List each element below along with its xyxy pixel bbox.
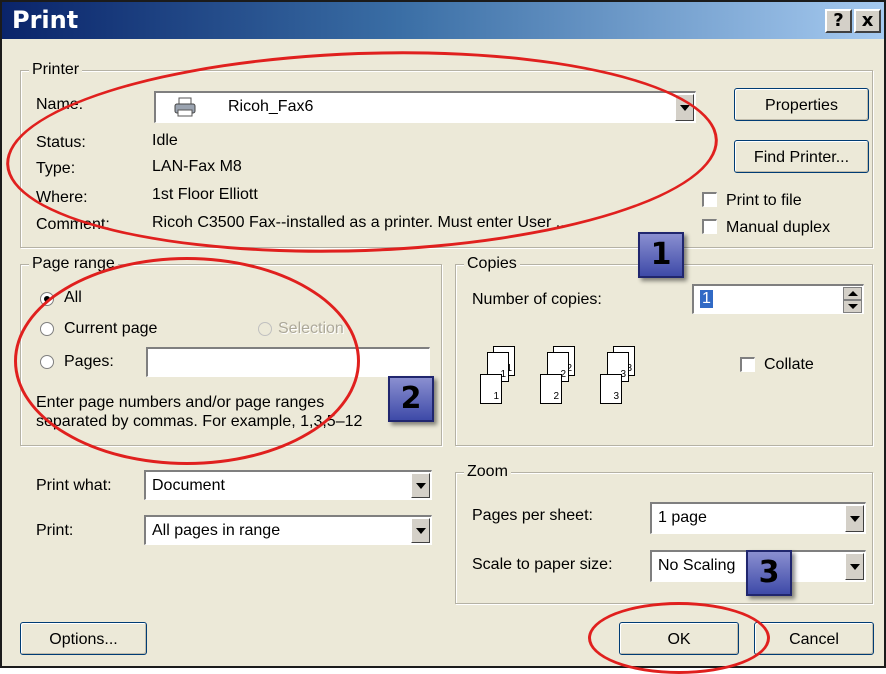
printer-name-select[interactable]: Ricoh_Fax6 <box>154 91 696 123</box>
all-pages-radio[interactable] <box>40 292 54 306</box>
cancel-button-label: Cancel <box>789 631 839 648</box>
spin-down-button[interactable] <box>843 300 862 313</box>
selection-label: Selection <box>278 320 344 337</box>
collate-label: Collate <box>764 356 814 373</box>
callout-3: 3 <box>746 550 792 596</box>
close-button[interactable]: x <box>854 9 881 33</box>
pages-label: Pages: <box>64 353 114 370</box>
zoom-group: Zoom <box>455 463 873 604</box>
scale-to-paper-label: Scale to paper size: <box>472 556 613 573</box>
scale-to-paper-value: No Scaling <box>658 557 736 574</box>
page-range-group-label: Page range <box>29 255 118 273</box>
printer-name-label: Name: <box>36 96 84 113</box>
stack2-front-number: 2 <box>553 391 559 402</box>
number-of-copies-value: 1 <box>700 290 713 308</box>
current-page-label: Current page <box>64 320 158 337</box>
page-range-hint-line2: separated by commas. For example, 1,3,5–… <box>36 413 363 430</box>
find-printer-button[interactable]: Find Printer... <box>734 140 869 173</box>
manual-duplex-checkbox[interactable] <box>702 219 717 234</box>
properties-button[interactable]: Properties <box>734 88 869 121</box>
dialog-title: Print <box>12 6 79 34</box>
number-of-copies-input[interactable]: 1 <box>692 284 864 314</box>
status-label: Status: <box>36 134 86 151</box>
chevron-down-icon[interactable] <box>675 94 694 121</box>
find-printer-button-label: Find Printer... <box>753 149 850 166</box>
callout-2: 2 <box>388 376 434 422</box>
pages-input[interactable] <box>146 347 430 377</box>
where-label: Where: <box>36 189 88 206</box>
where-value: 1st Floor Elliott <box>152 186 258 203</box>
pages-per-sheet-label: Pages per sheet: <box>472 507 593 524</box>
print-label: Print: <box>36 522 74 539</box>
chevron-down-icon[interactable] <box>411 473 430 498</box>
print-what-value: Document <box>152 477 225 494</box>
chevron-down-icon[interactable] <box>845 505 864 532</box>
print-what-label: Print what: <box>36 477 112 494</box>
print-dialog: Print ? x Printer Name: Ricoh_Fax6 Prope… <box>0 0 886 674</box>
print-select[interactable]: All pages in range <box>144 515 432 545</box>
cancel-button[interactable]: Cancel <box>754 622 874 655</box>
pages-per-sheet-value: 1 page <box>658 509 707 526</box>
ok-button-label: OK <box>667 631 691 648</box>
comment-value: Ricoh C3500 Fax--installed as a printer.… <box>152 214 570 231</box>
print-value: All pages in range <box>152 522 281 539</box>
page-range-hint-line1: Enter page numbers and/or page ranges <box>36 394 325 411</box>
spin-up-button[interactable] <box>843 287 862 300</box>
current-page-radio[interactable] <box>40 322 54 336</box>
manual-duplex-label: Manual duplex <box>726 219 831 236</box>
copies-group-label: Copies <box>464 255 520 273</box>
pages-radio[interactable] <box>40 355 54 369</box>
comment-label: Comment: <box>36 216 110 233</box>
printer-name-value: Ricoh_Fax6 <box>228 98 314 115</box>
collate-checkbox[interactable] <box>740 357 755 372</box>
printer-icon <box>174 97 196 122</box>
stack1-front-number: 1 <box>493 391 499 402</box>
chevron-down-icon[interactable] <box>411 518 430 543</box>
status-value: Idle <box>152 132 178 149</box>
help-button[interactable]: ? <box>825 9 852 33</box>
callout-1: 1 <box>638 232 684 278</box>
zoom-group-label: Zoom <box>464 463 511 481</box>
chevron-down-icon[interactable] <box>845 553 864 580</box>
print-to-file-label: Print to file <box>726 192 802 209</box>
selection-radio <box>258 322 272 336</box>
options-button[interactable]: Options... <box>20 622 147 655</box>
print-what-select[interactable]: Document <box>144 470 432 500</box>
type-label: Type: <box>36 160 76 177</box>
title-bar: Print ? x <box>2 2 884 39</box>
options-button-label: Options... <box>49 631 118 648</box>
all-pages-label: All <box>64 289 82 306</box>
print-to-file-checkbox[interactable] <box>702 192 717 207</box>
stack3-front-number: 3 <box>613 391 619 402</box>
pages-per-sheet-select[interactable]: 1 page <box>650 502 866 534</box>
properties-button-label: Properties <box>765 97 838 114</box>
type-value: LAN-Fax M8 <box>152 158 242 175</box>
printer-group-label: Printer <box>29 61 83 79</box>
number-of-copies-label: Number of copies: <box>472 291 602 308</box>
ok-button[interactable]: OK <box>619 622 739 655</box>
